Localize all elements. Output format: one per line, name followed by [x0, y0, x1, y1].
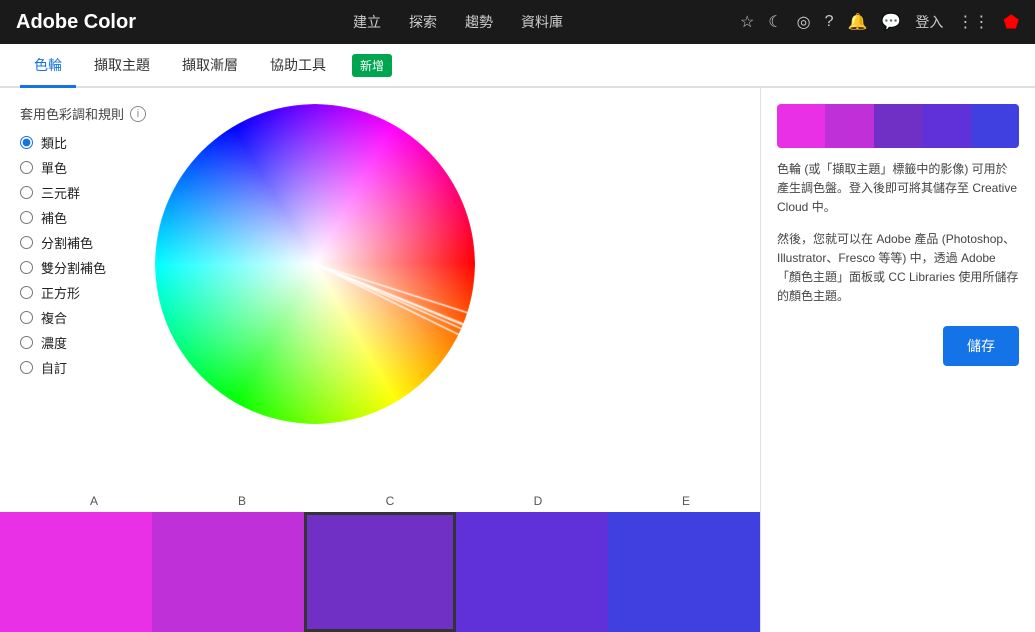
- swatch-e[interactable]: [608, 512, 760, 632]
- new-badge[interactable]: 新增: [352, 54, 392, 77]
- swatch-label-b: B: [168, 494, 316, 512]
- swatch-labels: A B C D E: [20, 494, 760, 512]
- color-wheel-icon[interactable]: ◎: [797, 12, 811, 32]
- tab-extract-gradient[interactable]: 擷取漸層: [168, 45, 252, 88]
- swatch-label-a: A: [20, 494, 168, 512]
- apps-icon[interactable]: ⋮⋮: [957, 12, 989, 32]
- info-text-2: 然後，您就可以在 Adobe 產品 (Photoshop、Illustrator…: [777, 230, 1019, 307]
- notification-icon[interactable]: 🔔: [848, 12, 868, 32]
- color-wheel[interactable]: [155, 104, 475, 424]
- swatch-label-c: C: [316, 494, 464, 512]
- nav-create[interactable]: 建立: [353, 12, 381, 32]
- color-wheel-area[interactable]: [155, 104, 495, 444]
- bookmark-icon[interactable]: ☆: [740, 12, 754, 32]
- palette-swatch: [777, 104, 825, 148]
- chat-icon[interactable]: 💬: [881, 12, 901, 32]
- help-icon[interactable]: ?: [825, 13, 834, 31]
- tab-accessibility[interactable]: 協助工具: [256, 45, 340, 88]
- tab-extract-theme[interactable]: 擷取主題: [80, 45, 164, 88]
- color-swatches: [0, 512, 760, 632]
- nav-library[interactable]: 資料庫: [521, 12, 563, 32]
- swatch-label-e: E: [612, 494, 760, 512]
- top-navigation: Adobe Color 建立 探索 趨勢 資料庫 ☆ ☾ ◎ ? 🔔 💬 登入 …: [0, 0, 1035, 44]
- save-button[interactable]: 儲存: [943, 326, 1019, 366]
- adobe-icon[interactable]: ⬟: [1003, 12, 1019, 33]
- swatch-d[interactable]: [456, 512, 608, 632]
- info-icon[interactable]: i: [130, 106, 146, 122]
- palette-swatch: [971, 104, 1019, 148]
- palette-swatch: [874, 104, 922, 148]
- sub-navigation: 色輪 擷取主題 擷取漸層 協助工具 新增: [0, 44, 1035, 88]
- moon-icon[interactable]: ☾: [768, 12, 782, 32]
- app-logo: Adobe Color: [16, 11, 136, 34]
- palette-swatch: [825, 104, 873, 148]
- login-button[interactable]: 登入: [915, 12, 943, 32]
- right-panel: 色輪 (或「擷取主題」標籤中的影像) 可用於產生調色盤。登入後即可將其儲存至 C…: [760, 88, 1035, 632]
- swatch-c[interactable]: [304, 512, 456, 632]
- nav-explore[interactable]: 探索: [409, 12, 437, 32]
- swatch-label-d: D: [464, 494, 612, 512]
- swatch-a[interactable]: [0, 512, 152, 632]
- palette-preview: [777, 104, 1019, 148]
- swatch-b[interactable]: [152, 512, 304, 632]
- nav-right-icons: ☆ ☾ ◎ ? 🔔 💬 登入 ⋮⋮ ⬟: [740, 12, 1019, 33]
- palette-swatch: [922, 104, 970, 148]
- nav-trends[interactable]: 趨勢: [465, 12, 493, 32]
- main-content: 套用色彩調和規則 i 類比 單色 三元群 補色 分割補色: [0, 88, 1035, 632]
- swatches-section: A B C D E: [0, 494, 760, 632]
- left-panel: 套用色彩調和規則 i 類比 單色 三元群 補色 分割補色: [0, 88, 760, 632]
- info-text-1: 色輪 (或「擷取主題」標籤中的影像) 可用於產生調色盤。登入後即可將其儲存至 C…: [777, 160, 1019, 218]
- tab-color-wheel[interactable]: 色輪: [20, 45, 76, 88]
- nav-links: 建立 探索 趨勢 資料庫: [176, 12, 740, 32]
